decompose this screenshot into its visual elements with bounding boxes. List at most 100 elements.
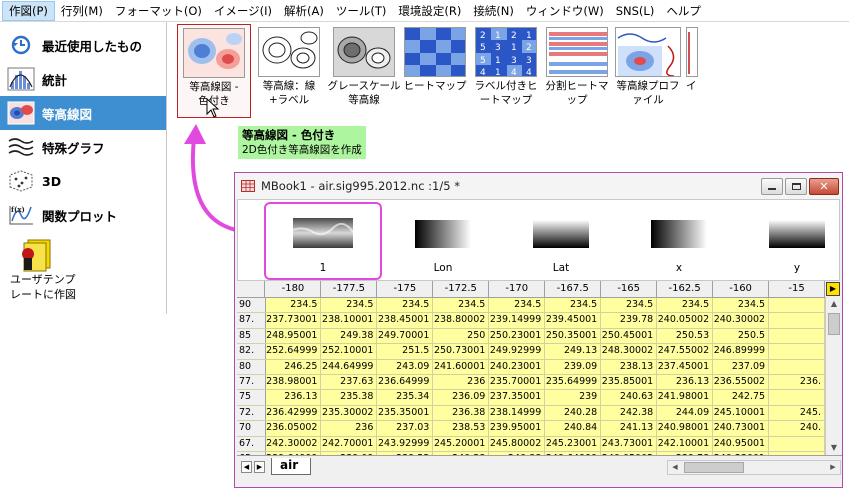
grid-cell[interactable]: 240.95001: [713, 436, 770, 451]
sparkline-cell-lon[interactable]: Lon: [384, 202, 502, 280]
grid-cell[interactable]: 249.38: [321, 328, 378, 344]
grid-cell[interactable]: 247.55002: [657, 344, 714, 359]
gallery-contour-lines-labels[interactable]: 等高線：線 +ラベル: [252, 24, 326, 118]
grid-cell[interactable]: 239: [545, 390, 602, 405]
grid-cell[interactable]: 238.98001: [266, 374, 322, 390]
menu-image[interactable]: イメージ(I): [208, 1, 278, 21]
grid-cell[interactable]: 236.64999: [377, 374, 434, 390]
grid-cell[interactable]: 246.89999: [713, 344, 770, 359]
grid-cell[interactable]: 237.73001: [266, 313, 322, 328]
grid-cell[interactable]: [769, 313, 825, 328]
grid-cell[interactable]: 236.13: [266, 390, 322, 405]
grid-cell[interactable]: 238.45001: [377, 313, 434, 328]
grid-cell[interactable]: 250: [433, 328, 490, 344]
row-header[interactable]: 82.: [237, 344, 266, 359]
grid-cell[interactable]: 235.70001: [489, 374, 546, 390]
grid-cell[interactable]: 245.20001: [433, 436, 490, 451]
row-header[interactable]: 90: [237, 298, 266, 313]
grid-cell[interactable]: 235.38: [321, 390, 378, 405]
grid-cell[interactable]: 245.10001: [713, 405, 770, 421]
gallery-heatmap-labels[interactable]: 2121531251334144 ラベル付きヒ ートマップ: [469, 24, 543, 118]
grid-cell[interactable]: 249.70001: [377, 328, 434, 344]
category-contour[interactable]: 等高線図: [0, 96, 166, 130]
grid-cell[interactable]: 242.70001: [321, 436, 378, 451]
horizontal-scrollbar[interactable]: ◀ ▶: [667, 460, 841, 475]
workbook-window[interactable]: MBook1 - air.sig995.2012.nc :1/5 * ✕ 1 L: [234, 172, 843, 488]
grid-cell[interactable]: 236.13: [657, 374, 714, 390]
row-header[interactable]: 75: [237, 390, 266, 405]
grid-cell[interactable]: 240.98001: [657, 421, 714, 436]
column-header[interactable]: -167.5: [545, 281, 602, 297]
gallery-split-heatmap[interactable]: 分割ヒートマ ップ: [540, 24, 614, 118]
grid-cell[interactable]: 237.09: [713, 359, 770, 374]
vertical-scrollbar[interactable]: ▲ ▼: [825, 297, 842, 455]
menu-window[interactable]: ウィンドウ(W): [520, 1, 610, 21]
grid-cell[interactable]: 242.75: [713, 390, 770, 405]
grid-cell[interactable]: 250.35001: [545, 328, 602, 344]
column-header[interactable]: -180: [265, 281, 322, 297]
row-header[interactable]: 72.: [237, 405, 266, 421]
grid-cell[interactable]: 234.5: [377, 298, 434, 313]
grid-cell[interactable]: 239.95001: [489, 421, 546, 436]
grid-cell[interactable]: 234.5: [601, 298, 658, 313]
category-3d[interactable]: 3D: [0, 164, 166, 198]
grid-cell[interactable]: 245.23001: [545, 436, 602, 451]
scroll-left-icon[interactable]: ◀: [668, 461, 682, 474]
grid-cell[interactable]: 250.53: [657, 328, 714, 344]
grid-cell[interactable]: 235.85001: [601, 374, 658, 390]
grid-cell[interactable]: 243.73001: [601, 436, 658, 451]
grid-cell[interactable]: 242.38: [601, 405, 658, 421]
grid-cell[interactable]: 234.5: [489, 298, 546, 313]
grid-cell[interactable]: 236.: [769, 374, 825, 390]
grid-cell[interactable]: 234.5: [657, 298, 714, 313]
grid-cell[interactable]: 238.13: [601, 359, 658, 374]
sheet-tab-air[interactable]: air: [271, 458, 311, 475]
column-header[interactable]: -160: [713, 281, 770, 297]
sheet-next-button[interactable]: ▶: [254, 461, 265, 473]
grid-cell[interactable]: 240.73001: [713, 421, 770, 436]
grid-cell[interactable]: 238.80002: [433, 313, 490, 328]
grid-cell[interactable]: 239.09: [545, 359, 602, 374]
grid-cell[interactable]: 246.25: [266, 359, 322, 374]
menu-help[interactable]: ヘルプ: [660, 1, 707, 21]
category-specialized[interactable]: 特殊グラフ: [0, 130, 166, 164]
column-header[interactable]: -172.5: [433, 281, 490, 297]
gallery-contour-grayscale[interactable]: グレースケール 等高線: [327, 24, 401, 118]
grid-cell[interactable]: 241.60001: [433, 359, 490, 374]
grid-cell[interactable]: 250.23001: [489, 328, 546, 344]
menu-tools[interactable]: ツール(T): [330, 1, 393, 21]
grid-cell[interactable]: 239.14999: [489, 313, 546, 328]
grid-cell[interactable]: [769, 390, 825, 405]
maximize-button[interactable]: [785, 178, 807, 195]
column-header[interactable]: -15: [769, 281, 825, 297]
sheet-prev-button[interactable]: ◀: [241, 461, 252, 473]
grid-cell[interactable]: 236.05002: [266, 421, 322, 436]
grid-cell[interactable]: 236.42999: [266, 405, 322, 421]
grid-cell[interactable]: 235.35001: [377, 405, 434, 421]
grid-cell[interactable]: 234.5: [545, 298, 602, 313]
menu-matrix[interactable]: 行列(M): [55, 1, 109, 21]
grid-corner[interactable]: [237, 281, 266, 297]
minimize-button[interactable]: [761, 178, 783, 195]
close-button[interactable]: ✕: [809, 178, 839, 195]
category-function[interactable]: f(x) 関数プロット: [0, 198, 166, 232]
grid-cell[interactable]: 236.55002: [713, 374, 770, 390]
grid-cell[interactable]: 240.28: [545, 405, 602, 421]
grid-cell[interactable]: 235.30002: [321, 405, 378, 421]
grid-cell[interactable]: 248.30002: [601, 344, 658, 359]
grid-cell[interactable]: 243.92999: [377, 436, 434, 451]
grid-cell[interactable]: [769, 328, 825, 344]
grid-cell[interactable]: 234.5: [433, 298, 490, 313]
grid-cell[interactable]: 245.: [769, 405, 825, 421]
grid-cell[interactable]: 242.30002: [266, 436, 322, 451]
grid-cell[interactable]: 235.34: [377, 390, 434, 405]
row-header[interactable]: 85: [237, 328, 266, 344]
grid-cell[interactable]: 252.64999: [266, 344, 322, 359]
menu-social[interactable]: SNS(L): [610, 1, 661, 21]
column-header[interactable]: -165: [601, 281, 658, 297]
row-header[interactable]: 70: [237, 421, 266, 436]
grid-cell[interactable]: 236: [433, 374, 490, 390]
gallery-next-partial[interactable]: イ: [684, 24, 702, 118]
grid-cell[interactable]: [769, 298, 825, 313]
grid-cell[interactable]: 244.09: [657, 405, 714, 421]
